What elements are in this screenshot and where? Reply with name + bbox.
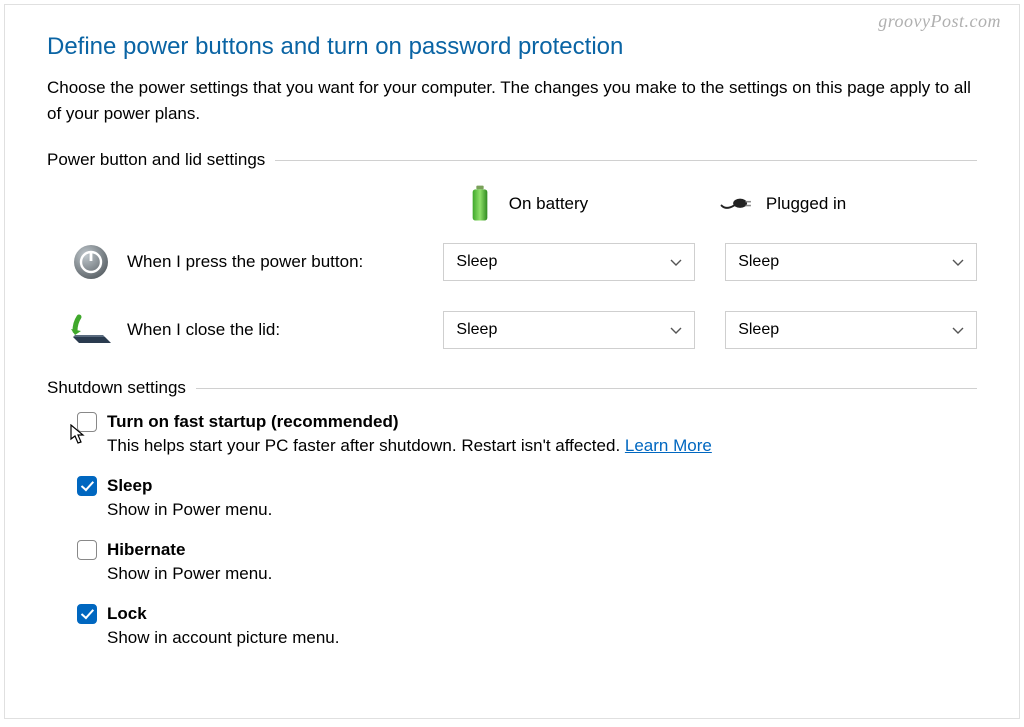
shutdown-item-sleep: Sleep Show in Power menu.: [77, 476, 977, 520]
row-close-lid: When I close the lid: Sleep Sleep: [47, 310, 977, 350]
power-button-plugged-select[interactable]: Sleep: [725, 243, 977, 281]
chevron-down-icon: [952, 256, 964, 268]
column-on-battery-label: On battery: [509, 194, 588, 214]
power-button-battery-value: Sleep: [456, 253, 497, 271]
lock-checkbox[interactable]: [77, 604, 97, 624]
close-lid-icon: [69, 310, 113, 350]
row-power-button-label-wrap: When I press the power button:: [69, 242, 443, 282]
close-lid-plugged-select[interactable]: Sleep: [725, 311, 977, 349]
plug-icon: [720, 184, 754, 224]
fast-startup-desc: This helps start your PC faster after sh…: [107, 436, 625, 455]
divider: [196, 388, 977, 389]
column-plugged-in: Plugged in: [720, 184, 977, 224]
power-options-panel: groovyPost.com Define power buttons and …: [4, 4, 1020, 719]
hibernate-title: Hibernate: [107, 540, 185, 560]
shutdown-item-hibernate: Hibernate Show in Power menu.: [77, 540, 977, 584]
section-header-power-label: Power button and lid settings: [47, 150, 265, 170]
sleep-checkbox[interactable]: [77, 476, 97, 496]
column-spacer: [87, 184, 463, 224]
row-power-button-label: When I press the power button:: [127, 252, 363, 272]
hibernate-desc: Show in Power menu.: [107, 564, 977, 584]
fast-startup-desc-wrap: This helps start your PC faster after sh…: [107, 436, 977, 456]
column-plugged-in-label: Plugged in: [766, 194, 846, 214]
battery-icon: [463, 184, 497, 224]
power-button-icon: [69, 242, 113, 282]
lock-title: Lock: [107, 604, 147, 624]
lock-desc: Show in account picture menu.: [107, 628, 977, 648]
divider: [275, 160, 977, 161]
chevron-down-icon: [670, 324, 682, 336]
row-power-button: When I press the power button: Sleep Sle…: [47, 242, 977, 282]
column-on-battery: On battery: [463, 184, 720, 224]
close-lid-battery-value: Sleep: [456, 321, 497, 339]
shutdown-item-fast-startup: Turn on fast startup (recommended) This …: [77, 412, 977, 456]
section-header-shutdown: Shutdown settings: [47, 378, 977, 398]
power-button-plugged-value: Sleep: [738, 253, 779, 271]
row-close-lid-label: When I close the lid:: [127, 320, 280, 340]
power-button-battery-select[interactable]: Sleep: [443, 243, 695, 281]
shutdown-item-lock: Lock Show in account picture menu.: [77, 604, 977, 648]
page-description: Choose the power settings that you want …: [47, 75, 977, 126]
close-lid-plugged-value: Sleep: [738, 321, 779, 339]
page-title: Define power buttons and turn on passwor…: [47, 33, 977, 61]
sleep-title: Sleep: [107, 476, 152, 496]
hibernate-checkbox[interactable]: [77, 540, 97, 560]
fast-startup-checkbox[interactable]: [77, 412, 97, 432]
fast-startup-title: Turn on fast startup (recommended): [107, 412, 399, 432]
chevron-down-icon: [670, 256, 682, 268]
section-header-shutdown-label: Shutdown settings: [47, 378, 186, 398]
section-header-power: Power button and lid settings: [47, 150, 977, 170]
sleep-desc: Show in Power menu.: [107, 500, 977, 520]
row-close-lid-label-wrap: When I close the lid:: [69, 310, 443, 350]
shutdown-list: Turn on fast startup (recommended) This …: [47, 412, 977, 648]
chevron-down-icon: [952, 324, 964, 336]
column-headers: On battery Plugged in: [47, 184, 977, 224]
watermark-text: groovyPost.com: [878, 11, 1001, 32]
close-lid-battery-select[interactable]: Sleep: [443, 311, 695, 349]
learn-more-link[interactable]: Learn More: [625, 436, 712, 455]
